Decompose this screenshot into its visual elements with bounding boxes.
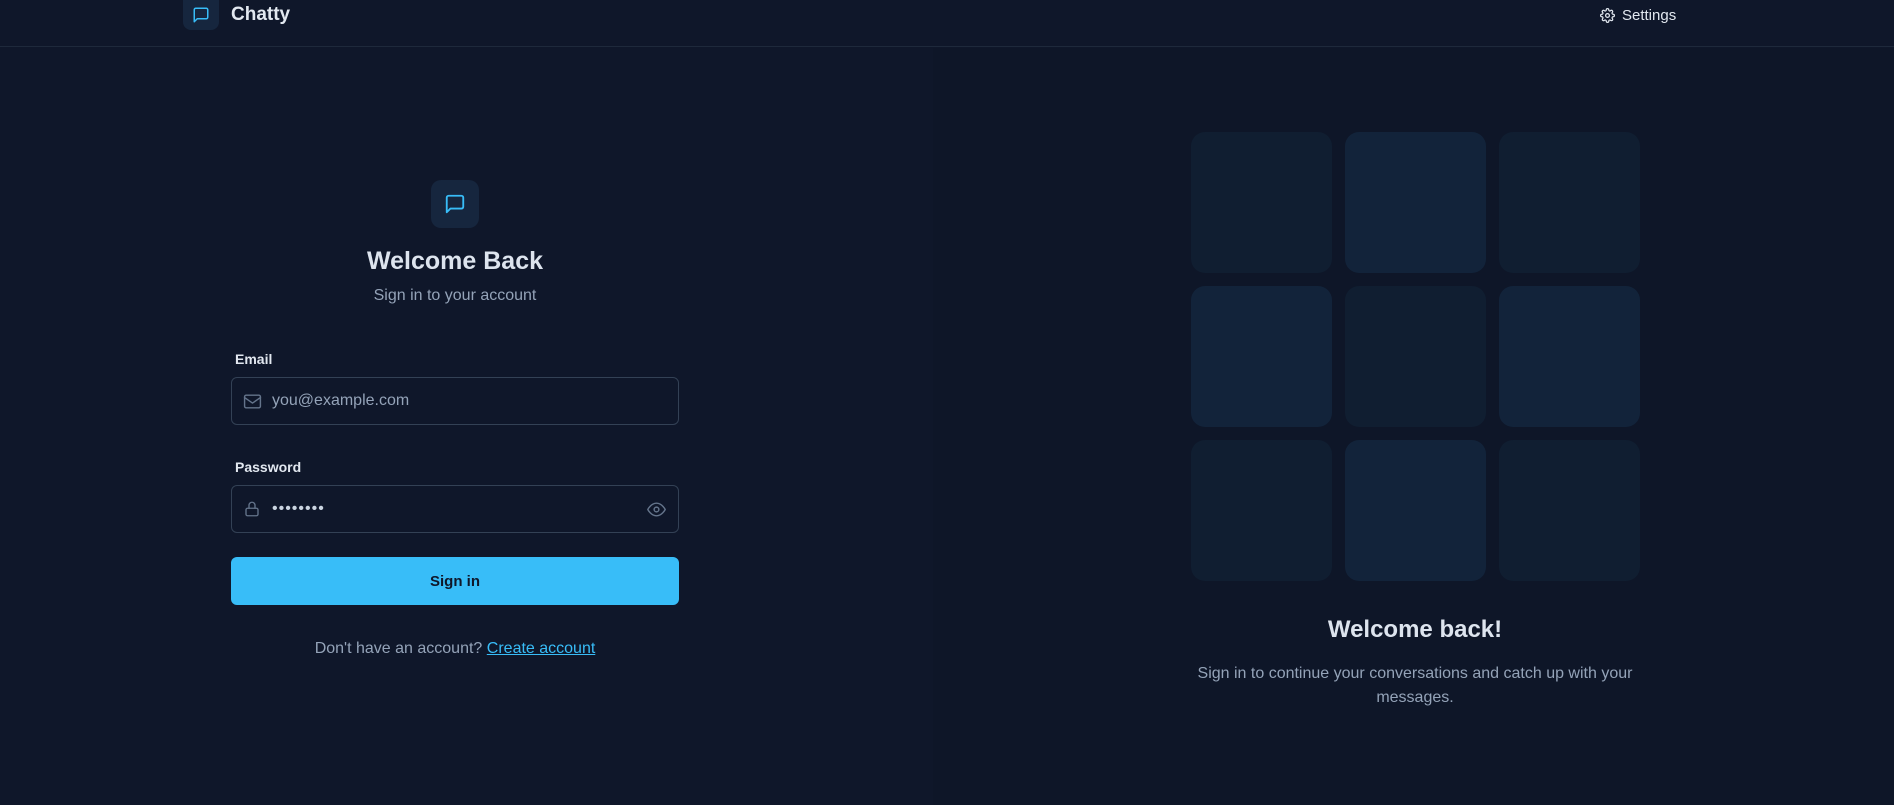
decorative-tile	[1345, 132, 1486, 273]
password-value: ••••••••	[272, 500, 325, 517]
lock-icon	[232, 486, 272, 532]
mail-icon	[232, 378, 272, 424]
password-field[interactable]: ••••••••	[272, 500, 634, 518]
settings-label: Settings	[1622, 6, 1677, 24]
sign-in-button[interactable]: Sign in	[231, 557, 679, 605]
decorative-tile-grid	[1191, 132, 1640, 581]
login-pane	[0, 48, 933, 805]
top-navbar: Chatty Settings	[0, 0, 1894, 47]
signup-prompt: Don't have an account?	[314, 640, 483, 657]
login-title: Welcome Back	[366, 247, 543, 275]
decorative-tile	[1191, 440, 1332, 581]
eye-icon[interactable]	[634, 486, 678, 532]
decorative-tile	[1191, 286, 1332, 427]
email-field[interactable]	[272, 378, 678, 424]
message-square-icon	[431, 180, 479, 228]
email-field-wrapper	[231, 377, 679, 425]
decorative-tile	[1191, 132, 1332, 273]
email-label: Email	[235, 351, 273, 367]
app-name: Chatty	[231, 4, 291, 25]
brand-link[interactable]: Chatty	[183, 0, 290, 30]
decorative-tile	[1499, 440, 1640, 581]
decorative-tile	[1499, 132, 1640, 273]
decorative-tile	[1345, 286, 1486, 427]
decorative-tile	[1345, 440, 1486, 581]
login-subtitle: Sign in to your account	[373, 287, 537, 304]
promo-title: Welcome back!	[1327, 616, 1503, 643]
password-label: Password	[235, 459, 302, 475]
gear-icon	[1600, 7, 1615, 23]
message-square-icon	[183, 0, 219, 30]
decorative-tile	[1499, 286, 1640, 427]
password-field-wrapper: ••••••••	[231, 485, 679, 533]
promo-text: Sign in to continue your conversations a…	[1197, 665, 1633, 706]
settings-button[interactable]: Settings	[1590, 0, 1686, 30]
create-account-link[interactable]: Create account	[487, 640, 596, 657]
signup-row: Don't have an account? Create account	[231, 640, 679, 658]
